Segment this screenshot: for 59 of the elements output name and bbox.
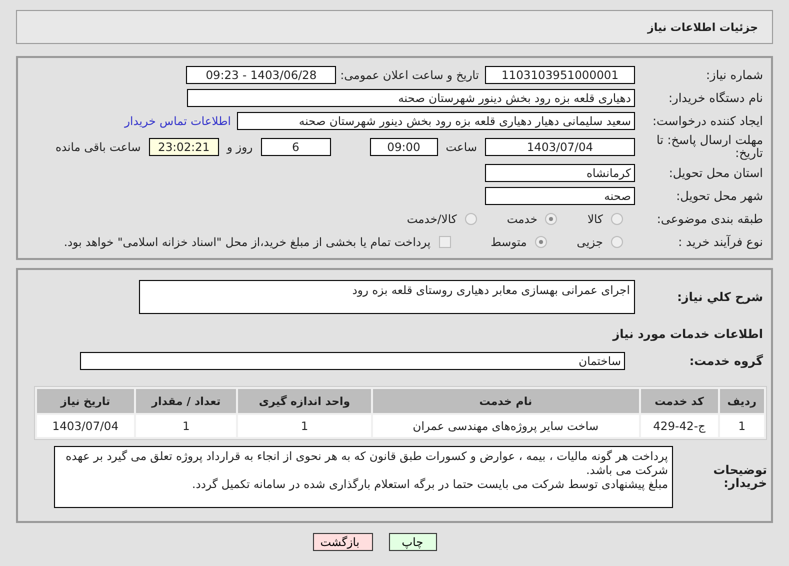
field-label: شهر محل تحویل: (675, 190, 764, 202)
column-header: کد خدمت (640, 389, 718, 413)
note-text: مبلغ پیشنهادی توسط شرکت می بایست حتما در برگه استعلام بارگذاری شده در سامانه تکمیل گردد. (191, 477, 668, 491)
announce-date-field: 1403/06/28 - 09:23 (186, 66, 336, 84)
days-field: 6 (260, 138, 331, 156)
column-header: تعداد / مقدار (136, 389, 236, 413)
remaining-label: ساعت باقی مانده (54, 140, 142, 154)
field-label: نام دستگاه خریدار: (668, 92, 764, 104)
need-number-field: 1103103951000001 (485, 66, 635, 84)
back-button[interactable]: بازگشت (312, 533, 372, 551)
deadline-time-field: 09:00 (370, 138, 438, 156)
column-header: نام خدمت (372, 389, 639, 413)
checkbox-label: پرداخت تمام یا بخشی از مبلغ خرید،از محل "اسناد خزانه اسلامی" خواهد بود. (64, 235, 431, 249)
radio-label: کالا/خدمت (406, 212, 457, 226)
field-label: توضیحات خریدار: (712, 464, 768, 490)
note-text: پرداخت هر گونه مالیات ، بیمه ، عوارض و کسورات طبق قانون که به هر نحوی از انجاء به قرارداد پروژه تعلق می گیرد بر عهده شرکت می باشد. (64, 449, 668, 477)
section-heading: اطلاعات خدمات مورد نیاز (612, 326, 764, 343)
radio-label: متوسط (490, 235, 527, 249)
page-title: جزئیات اطلاعات نیاز (648, 20, 758, 34)
buyer-field: دهیاری قلعه بزه رود بخش دینور شهرستان صحنه (187, 89, 635, 107)
field-label: شرح کلي نياز: (676, 290, 764, 304)
time-label: ساعت (444, 140, 478, 154)
field-label: تاریخ و ساعت اعلان عمومی: (339, 68, 480, 82)
radio-button[interactable] (611, 213, 623, 225)
description-textarea[interactable]: اجرای عمرانی بهسازی معابر دهیاری روستای قلعه بزه رود (139, 280, 635, 314)
field-label: نوع فرآیند خرید : (677, 236, 764, 248)
province-field: کرمانشاه (485, 164, 635, 182)
service-group-field: ساختمان (80, 352, 625, 370)
field-label: طبقه بندی موضوعی: (656, 212, 764, 226)
field-label: گروه خدمت: (688, 354, 764, 368)
radio-label: جزیی (576, 235, 603, 249)
table-cell: 1403/07/04 (37, 415, 134, 437)
radio-label: خدمت (506, 212, 538, 226)
radio-label: کالا (587, 212, 603, 226)
field-label: مهلت ارسال پاسخ: تا تاریخ: (655, 134, 764, 160)
column-header: ردیف (720, 389, 764, 413)
days-label: روز و (225, 140, 254, 154)
table-cell: 1 (720, 415, 764, 437)
column-header: تاریخ نیاز (37, 389, 134, 413)
table-cell: 1 (238, 415, 371, 437)
deadline-date-field: 1403/07/04 (485, 138, 635, 156)
column-header: واحد اندازه گیری (238, 389, 371, 413)
table-cell: ساخت سایر پروژه‌های مهندسی عمران (372, 415, 639, 437)
notes-textarea[interactable] (54, 446, 673, 508)
field-label: ایجاد کننده درخواست: (651, 114, 764, 128)
radio-button[interactable] (611, 236, 623, 248)
radio-button[interactable] (464, 213, 477, 225)
creator-field: سعید سلیمانی دهیار دهیاری قلعه بزه رود بخش دینور شهرستان صحنه (237, 112, 635, 130)
table-cell: 1 (136, 415, 236, 437)
table-cell: ج-42-429 (640, 415, 718, 437)
field-label: استان محل تحویل: (668, 166, 764, 180)
radio-button[interactable] (545, 213, 558, 225)
remaining-time-field: 23:02:21 (148, 138, 219, 156)
city-field: صحنه (485, 187, 635, 205)
checkbox[interactable] (438, 236, 451, 248)
field-label: شماره نیاز: (705, 68, 764, 82)
print-button[interactable]: چاپ (388, 533, 436, 551)
radio-button[interactable] (534, 236, 547, 248)
contact-link[interactable]: اطلاعات تماس خریدار (124, 114, 237, 128)
